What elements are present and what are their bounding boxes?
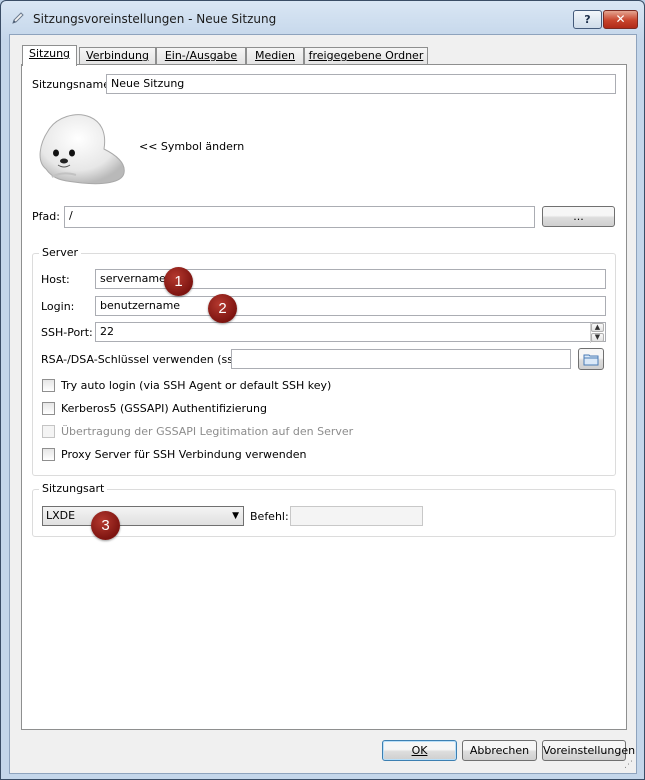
session-type-value: LXDE xyxy=(46,509,76,522)
tab-freigegebene-ordner[interactable]: freigegebene Ordner xyxy=(304,47,428,65)
tab-sitzung[interactable]: Sitzung xyxy=(22,45,77,66)
dialog-body: Sitzung Verbindung Ein-/Ausgabe Medien f… xyxy=(9,34,637,774)
help-button[interactable]: ? xyxy=(573,10,602,29)
kerberos-checkbox[interactable] xyxy=(42,402,55,415)
ssh-key-input[interactable] xyxy=(231,349,571,369)
login-label: Login: xyxy=(41,300,75,313)
auto-login-label: Try auto login (via SSH Agent or default… xyxy=(61,379,332,392)
window-title: Sitzungsvoreinstellungen - Neue Sitzung xyxy=(33,12,277,26)
server-group-title: Server xyxy=(39,246,82,259)
title-bar[interactable]: Sitzungsvoreinstellungen - Neue Sitzung … xyxy=(1,1,644,35)
path-label: Pfad: xyxy=(32,210,60,223)
port-spinner[interactable]: ▲ ▼ xyxy=(590,323,604,343)
tab-label: Sitzung xyxy=(28,47,71,60)
host-label: Host: xyxy=(41,273,70,286)
server-group: Server Host: servername Login: benutzern… xyxy=(32,246,616,476)
callout-badge-2: 2 xyxy=(208,294,237,323)
login-input[interactable]: benutzername xyxy=(95,296,606,316)
tab-label: freigegebene Ordner xyxy=(308,49,424,62)
ok-button[interactable]: OK xyxy=(382,740,457,761)
resize-grip-icon[interactable]: ⋰ xyxy=(624,760,633,770)
chevron-down-icon: ▼ xyxy=(232,511,239,521)
path-input[interactable]: / xyxy=(64,206,535,228)
ssh-key-label: RSA-/DSA-Schlüssel verwenden (ssh): xyxy=(41,353,248,366)
tab-label: Medien xyxy=(254,49,296,62)
proxy-label: Proxy Server für SSH Verbindung verwende… xyxy=(61,448,307,461)
session-name-input[interactable]: Neue Sitzung xyxy=(106,74,616,94)
spin-down-icon[interactable]: ▼ xyxy=(591,333,604,342)
session-type-select[interactable]: LXDE ▼ xyxy=(42,506,244,526)
gssapi-delegation-label: Übertragung der GSSAPI Legitimation auf … xyxy=(61,425,354,438)
close-button[interactable]: ✕ xyxy=(603,10,638,29)
auto-login-checkbox[interactable] xyxy=(42,379,55,392)
defaults-label: Voreinstellungen xyxy=(543,744,636,757)
tab-label: Ein-/Ausgabe xyxy=(164,49,238,62)
change-icon-button[interactable]: << Symbol ändern xyxy=(139,140,244,153)
seal-session-icon[interactable] xyxy=(32,109,132,189)
ssh-port-input[interactable]: 22 xyxy=(95,322,606,342)
browse-path-button[interactable]: ... xyxy=(542,206,615,227)
command-input xyxy=(290,506,423,526)
callout-badge-3: 3 xyxy=(91,511,120,540)
tab-medien[interactable]: Medien xyxy=(246,47,304,65)
session-type-group: Sitzungsart LXDE ▼ Befehl: xyxy=(32,482,616,537)
cancel-button[interactable]: Abbrechen xyxy=(462,740,537,761)
pencil-icon xyxy=(12,12,24,24)
session-tab-panel: Sitzungsname: Neue Sitzung << Symbol änd… xyxy=(21,64,627,730)
session-type-group-title: Sitzungsart xyxy=(39,482,108,495)
open-key-file-button[interactable] xyxy=(578,348,604,370)
tab-label: Verbindung xyxy=(86,49,149,62)
spin-up-icon[interactable]: ▲ xyxy=(591,323,604,332)
tab-verbindung[interactable]: Verbindung xyxy=(79,47,156,65)
session-name-label: Sitzungsname: xyxy=(32,78,114,91)
folder-icon xyxy=(583,354,599,366)
callout-badge-1: 1 xyxy=(164,267,193,296)
kerberos-label: Kerberos5 (GSSAPI) Authentifizierung xyxy=(61,402,267,415)
command-label: Befehl: xyxy=(250,510,289,523)
tab-ein-ausgabe[interactable]: Ein-/Ausgabe xyxy=(156,47,246,65)
ssh-port-label: SSH-Port: xyxy=(41,326,93,339)
dialog-window: Sitzungsvoreinstellungen - Neue Sitzung … xyxy=(0,0,645,780)
gssapi-delegation-checkbox xyxy=(42,425,55,438)
ok-label: OK xyxy=(411,744,428,757)
defaults-button[interactable]: Voreinstellungen xyxy=(542,740,635,761)
cancel-label: Abbrechen xyxy=(469,744,530,757)
proxy-checkbox[interactable] xyxy=(42,448,55,461)
